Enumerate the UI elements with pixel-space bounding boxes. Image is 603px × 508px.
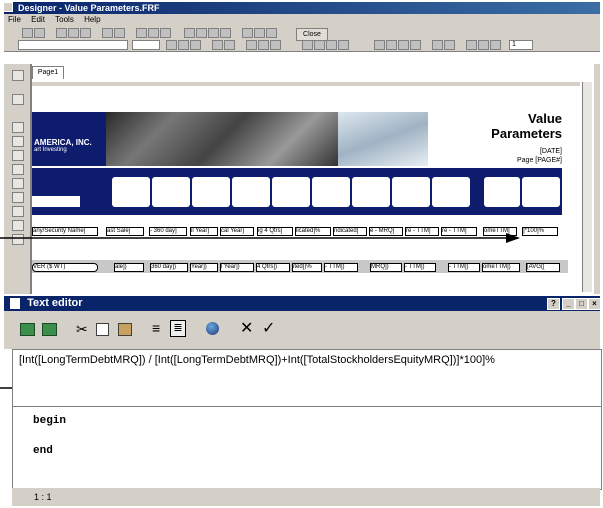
globe-icon[interactable] (206, 322, 219, 335)
insert-function-icon[interactable] (42, 323, 57, 336)
help-button[interactable]: ? (547, 298, 560, 310)
formula-editor[interactable]: [Int([LongTermDebtMRQ]) / [Int([LongTerm… (12, 349, 602, 407)
minimize-button[interactable]: _ (562, 298, 575, 310)
code-end: end (33, 445, 53, 457)
word-wrap-icon[interactable]: ≡ (152, 320, 160, 336)
code-begin: begin (33, 415, 67, 427)
accept-icon[interactable]: ✓ (262, 318, 275, 338)
editor-close-button[interactable]: × (588, 298, 601, 310)
text-editor-toolbar: ✂ ≡ ≣ ✕ ✓ (4, 311, 600, 349)
paste-icon[interactable] (118, 323, 132, 336)
formula-text[interactable]: [Int([LongTermDebtMRQ]) / [Int([LongTerm… (13, 350, 601, 370)
text-editor-title-bar: Text editor ? _ □ × (4, 296, 601, 311)
arrow-to-field (0, 233, 520, 243)
cancel-icon[interactable]: ✕ (240, 318, 253, 338)
code-editor[interactable]: begin end (12, 406, 602, 490)
text-editor-title: Text editor (27, 297, 83, 309)
cut-icon[interactable]: ✂ (76, 321, 88, 338)
copy-icon[interactable] (96, 323, 109, 336)
insert-field-icon[interactable] (20, 323, 35, 336)
maximize-button[interactable]: □ (575, 298, 588, 310)
format-icon[interactable]: ≣ (170, 320, 186, 337)
cursor-position: 1 : 1 (34, 492, 52, 502)
editor-status-bar: 1 : 1 (12, 488, 600, 506)
editor-app-icon (10, 298, 20, 309)
